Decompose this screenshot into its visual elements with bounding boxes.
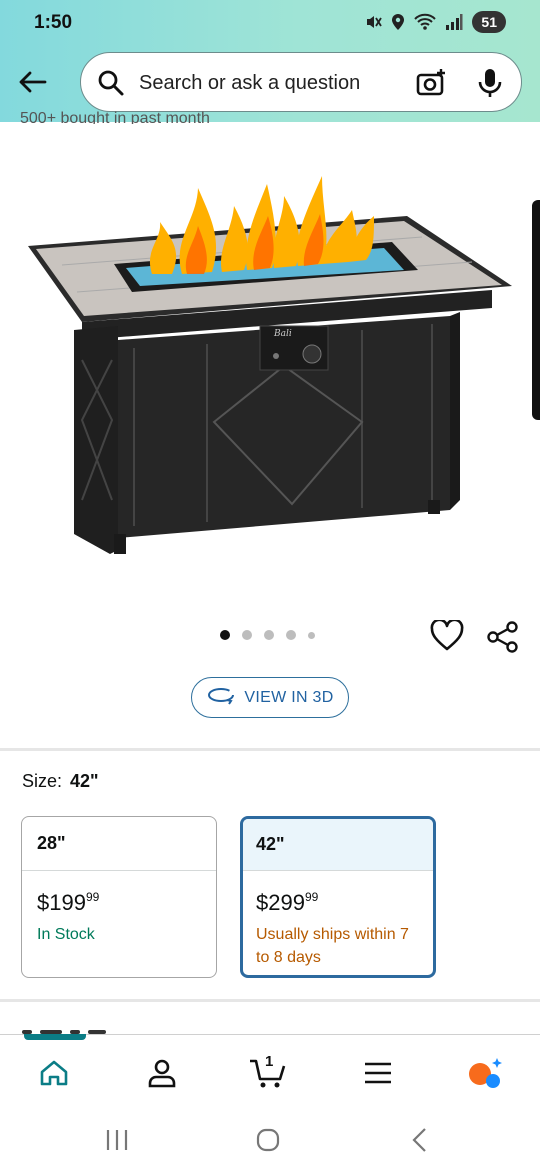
size-option-name: 28": [22, 817, 216, 871]
view-in-3d-button[interactable]: VIEW IN 3D: [191, 677, 349, 718]
image-dot[interactable]: [220, 630, 230, 640]
home-button[interactable]: [248, 1120, 288, 1160]
next-image-peek: [532, 200, 540, 420]
size-label: Size:: [22, 771, 63, 791]
size-option-price: $29999: [256, 885, 420, 915]
recent-apps-button[interactable]: [97, 1120, 137, 1160]
status-time: 1:50: [34, 12, 73, 33]
heart-icon[interactable]: [430, 618, 464, 657]
active-tab-indicator: [24, 1034, 86, 1040]
image-dot[interactable]: [242, 630, 252, 640]
nav-account[interactable]: [140, 1051, 184, 1095]
price-dollars: $199: [37, 890, 86, 915]
search-icon: [97, 69, 125, 102]
price-dollars: $299: [256, 890, 305, 915]
home-circle-icon: [256, 1128, 280, 1152]
view-in-3d-label: VIEW IN 3D: [244, 688, 334, 706]
signal-icon: [445, 13, 463, 31]
price-cents: 99: [85, 890, 100, 904]
section-divider: [0, 748, 540, 751]
size-option-42[interactable]: 42" $29999 Usually ships within 7 to 8 d…: [240, 816, 436, 978]
svg-text:Bali: Bali: [273, 329, 292, 339]
home-icon: [40, 1060, 68, 1086]
back-system-button[interactable]: [400, 1120, 440, 1160]
image-pagination: [220, 630, 315, 640]
availability-text: Usually ships within 7 to 8 days: [256, 926, 409, 966]
section-divider: [0, 999, 540, 1002]
size-option-28[interactable]: 28" $19999 In Stock: [21, 816, 217, 978]
size-option-name: 42": [243, 819, 433, 871]
bottom-navigation: 1: [0, 1034, 540, 1106]
share-icon[interactable]: [486, 620, 520, 659]
size-option-price: $19999: [37, 885, 201, 915]
header: 1:50 51: [0, 0, 540, 122]
wifi-icon: [414, 13, 437, 31]
mute-icon: [364, 13, 383, 31]
rotate-3d-icon: [206, 685, 236, 710]
availability-text: In Stock: [37, 926, 95, 943]
location-icon: [391, 13, 405, 31]
system-navigation-bar: [0, 1106, 540, 1170]
image-dot[interactable]: [264, 630, 274, 640]
image-dot[interactable]: [308, 631, 315, 639]
back-chevron-icon: [412, 1128, 426, 1152]
rufus-icon: [469, 1058, 502, 1088]
search-input[interactable]: [139, 65, 399, 101]
battery-indicator: 51: [472, 11, 506, 33]
back-button[interactable]: [14, 64, 50, 100]
nav-home[interactable]: [32, 1051, 76, 1095]
nav-rufus[interactable]: [464, 1051, 508, 1095]
product-page: 1:50 51 Search or ask a question 500+ bo…: [0, 0, 540, 1170]
search-bar[interactable]: [80, 52, 522, 112]
price-cents: 99: [304, 890, 319, 904]
image-dot[interactable]: [286, 630, 296, 640]
menu-icon: [365, 1062, 391, 1084]
nav-menu[interactable]: [356, 1051, 400, 1095]
camera-search-icon[interactable]: [415, 67, 447, 104]
bought-count-text: 500+ bought in past month: [20, 110, 210, 124]
microphone-icon[interactable]: [477, 67, 503, 104]
nav-cart[interactable]: 1: [246, 1051, 290, 1095]
selected-size-value: 42": [70, 771, 99, 791]
recent-apps-icon: [106, 1130, 128, 1150]
back-arrow-icon: [19, 71, 47, 93]
product-image[interactable]: Bali: [22, 170, 518, 560]
status-icons: 51: [364, 11, 506, 33]
size-selection-label: Size: 42": [22, 771, 99, 792]
cart-count: 1: [265, 1053, 274, 1070]
account-icon: [148, 1059, 176, 1088]
